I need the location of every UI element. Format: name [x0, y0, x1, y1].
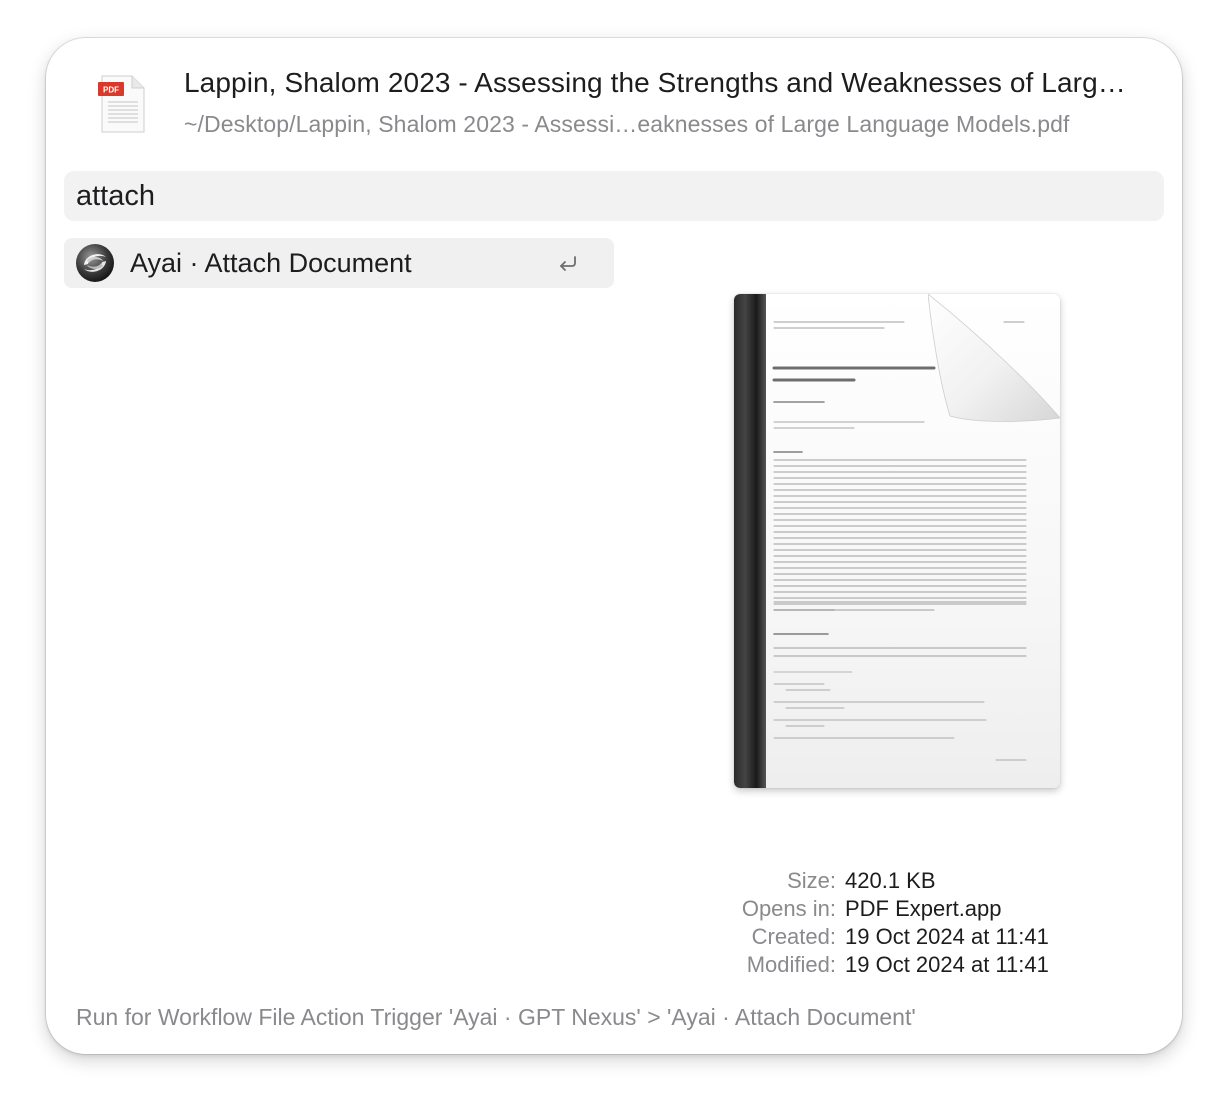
pdf-badge-text: PDF: [103, 86, 119, 95]
metadata-value: 420.1 KB: [845, 868, 936, 893]
metadata-value: 19 Oct 2024 at 11:41: [845, 924, 1049, 949]
metadata-row-size: Size: 420.1 KB: [646, 868, 1146, 896]
search-input[interactable]: attach: [64, 171, 1164, 221]
page-curl-graphic: [927, 294, 1060, 426]
workflow-footer-text: Run for Workflow File Action Trigger 'Ay…: [76, 1004, 916, 1030]
result-item-label: Ayai · Attach Document: [130, 248, 412, 278]
file-path: ~/Desktop/Lappin, Shalom 2023 - Assessi……: [184, 111, 1070, 137]
metadata-key: Opens in:: [741, 896, 836, 921]
metadata-key: Created:: [751, 924, 836, 949]
metadata-value: PDF Expert.app: [845, 896, 1002, 921]
return-key-icon: [556, 251, 580, 275]
ayai-logo-icon: [75, 243, 115, 283]
pdf-file-icon: PDF: [98, 74, 148, 134]
metadata-key: Size:: [787, 868, 836, 893]
alfred-window: PDF Lappin, Shalom 2023 - Assessing the …: [46, 38, 1182, 1054]
preview-page: [734, 294, 1060, 788]
pdf-document-preview: [730, 292, 1064, 792]
metadata-row-created: Created: 19 Oct 2024 at 11:41: [646, 924, 1146, 952]
result-item-attach-document[interactable]: Ayai · Attach Document: [64, 238, 614, 288]
file-title: Lappin, Shalom 2023 - Assessing the Stre…: [184, 67, 1126, 98]
file-metadata: Size: 420.1 KB Opens in: PDF Expert.app …: [646, 868, 1146, 980]
search-query-text: attach: [76, 180, 155, 212]
metadata-value: 19 Oct 2024 at 11:41: [845, 952, 1049, 977]
metadata-row-modified: Modified: 19 Oct 2024 at 11:41: [646, 952, 1146, 980]
metadata-key: Modified:: [746, 952, 836, 977]
metadata-row-opens-in: Opens in: PDF Expert.app: [646, 896, 1146, 924]
